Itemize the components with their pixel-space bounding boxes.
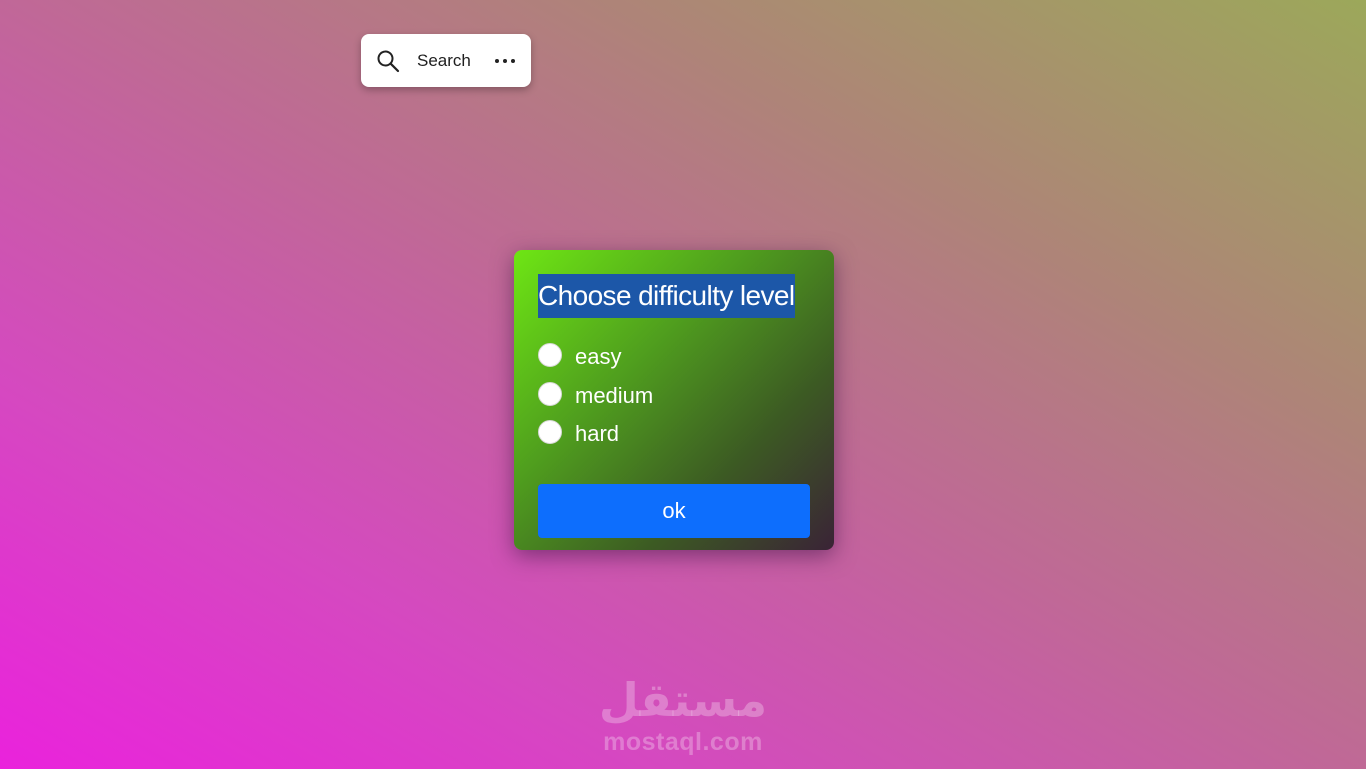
option-label-easy[interactable]: easy: [575, 344, 621, 370]
more-horizontal-icon[interactable]: [493, 49, 517, 73]
radio-hard[interactable]: [538, 420, 562, 445]
search-icon[interactable]: [375, 48, 401, 74]
option-easy[interactable]: easy: [538, 336, 810, 375]
search-label[interactable]: Search: [417, 51, 471, 71]
watermark-logo: مستقل: [598, 673, 768, 727]
radio-easy[interactable]: [538, 343, 562, 368]
option-medium[interactable]: medium: [538, 375, 810, 414]
radio-medium[interactable]: [538, 381, 562, 406]
ok-button[interactable]: ok: [538, 483, 810, 538]
option-label-hard[interactable]: hard: [575, 421, 619, 447]
floating-search-bar[interactable]: Search: [361, 34, 531, 87]
mostaql-watermark: مستقل mostaql.com: [583, 672, 783, 756]
difficulty-dialog: Choose difficulty level easy medium hard…: [514, 250, 834, 550]
difficulty-options: easy medium hard: [538, 336, 810, 452]
option-hard[interactable]: hard: [538, 413, 810, 452]
dialog-title: Choose difficulty level: [538, 274, 795, 318]
option-label-medium[interactable]: medium: [575, 383, 653, 409]
watermark-url: mostaql.com: [603, 728, 763, 756]
